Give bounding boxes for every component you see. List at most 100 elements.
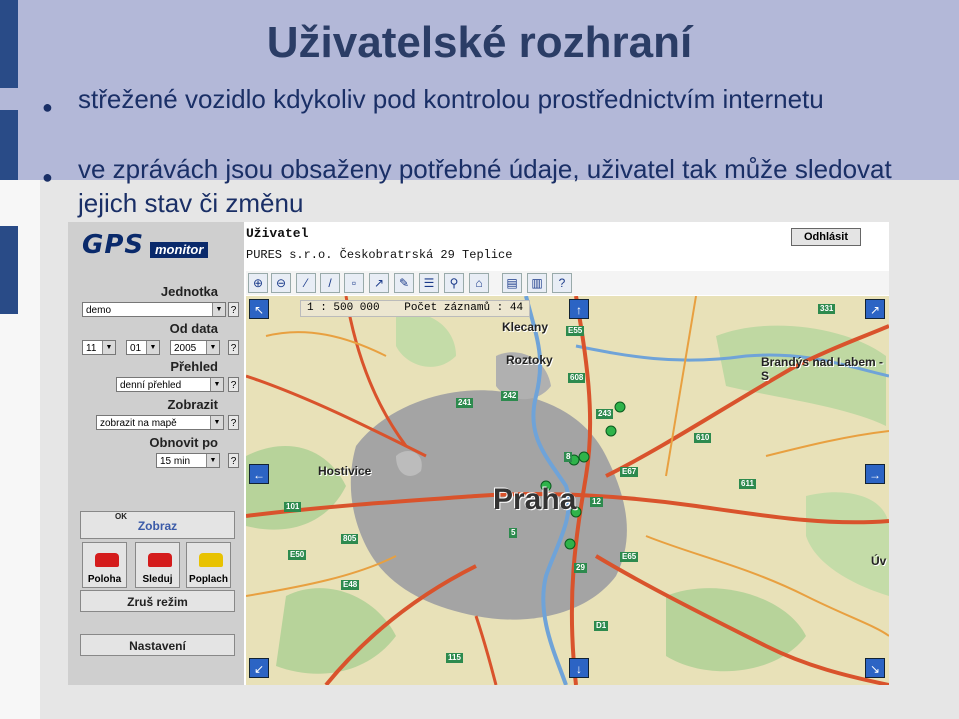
display-select[interactable]: zobrazit na mapě ▼ — [96, 415, 224, 430]
settings-button[interactable]: Nastavení — [80, 634, 235, 656]
bullet-item: ● střežené vozidlo kdykoliv pod kontrolo… — [42, 82, 942, 152]
unit-select[interactable]: demo ▼ — [82, 302, 226, 317]
map-scale: 1 : 500 000 — [307, 302, 380, 314]
logout-button[interactable]: Odhlásit — [791, 228, 861, 246]
map-view[interactable]: 1 : 500 000 Počet záznamů : 44 Klecany R… — [246, 296, 889, 685]
chevron-down-icon: ▼ — [206, 454, 219, 467]
alarm-mode-label: Poplach — [189, 574, 228, 585]
road-number: 805 — [341, 534, 359, 544]
edit-icon[interactable]: ✎ — [394, 273, 414, 293]
alarm-mode-button[interactable]: Poplach — [186, 542, 231, 588]
print-icon[interactable]: ▤ — [502, 273, 522, 293]
help-button[interactable]: ? — [228, 377, 239, 392]
unit-select-value: demo — [86, 305, 112, 316]
track-mode-button[interactable]: Sleduj — [135, 542, 180, 588]
route-icon[interactable]: ↗ — [369, 273, 389, 293]
zoom-out-icon[interactable]: ⊖ — [271, 273, 291, 293]
display-select-value: zobrazit na mapě — [100, 418, 177, 429]
position-mode-button[interactable]: Poloha — [82, 542, 127, 588]
road-number: 242 — [501, 391, 519, 401]
map-scale-info: 1 : 500 000 Počet záznamů : 44 — [300, 300, 531, 317]
help-button[interactable]: ? — [228, 415, 239, 430]
year-select[interactable]: 2005 ▼ — [170, 340, 220, 355]
show-button-label: Zobraz — [137, 519, 178, 533]
overview-label: Přehled — [170, 359, 218, 374]
cancel-mode-button[interactable]: Zruš režim — [80, 590, 235, 612]
road-number: 101 — [284, 502, 302, 512]
display-label: Zobrazit — [167, 397, 218, 412]
chevron-down-icon: ▼ — [102, 341, 115, 354]
month-select-value: 01 — [130, 343, 142, 354]
pan-southwest-button[interactable]: ↙ — [249, 658, 269, 678]
help-button[interactable]: ? — [228, 340, 239, 355]
record-count: Počet záznamů : 44 — [404, 302, 524, 314]
unit-label: Jednotka — [160, 284, 218, 299]
bullet-text: střežené vozidlo kdykoliv pod kontrolou … — [78, 84, 824, 114]
road-number: 610 — [694, 433, 712, 443]
road-number: E55 — [566, 326, 585, 336]
pan-north-button[interactable]: ↑ — [569, 299, 589, 319]
app-header: Uživatel PURES s.r.o. Českobratrská 29 T… — [246, 226, 889, 270]
search-icon[interactable]: ⚲ — [444, 273, 464, 293]
help-icon[interactable]: ? — [552, 273, 572, 293]
measure-icon[interactable]: / — [320, 273, 340, 293]
road-number: 611 — [739, 479, 756, 489]
home-icon[interactable]: ⌂ — [469, 273, 489, 293]
refresh-select[interactable]: 15 min ▼ — [156, 453, 220, 468]
position-mode-label: Poloha — [87, 574, 122, 585]
pan-east-button[interactable]: → — [865, 464, 885, 484]
pan-northeast-button[interactable]: ↗ — [865, 299, 885, 319]
chevron-down-icon: ▼ — [212, 303, 225, 316]
road-number: 5 — [509, 528, 518, 538]
road-number: E50 — [288, 550, 307, 560]
day-select-value: 11 — [86, 343, 97, 354]
road-number: 608 — [568, 373, 586, 383]
year-select-value: 2005 — [174, 343, 197, 354]
help-button[interactable]: ? — [228, 453, 239, 468]
help-button[interactable]: ? — [228, 302, 239, 317]
road-number: 115 — [446, 653, 463, 663]
show-button[interactable]: OK Zobraz — [80, 511, 235, 539]
chevron-down-icon: ▼ — [210, 378, 223, 391]
bullet-dot-icon: ● — [42, 167, 53, 187]
car-icon — [95, 553, 119, 567]
layers-icon[interactable]: ☰ — [419, 273, 439, 293]
user-company: PURES s.r.o. Českobratrská 29 Teplice — [246, 248, 513, 262]
slide-accent-bar — [0, 226, 18, 314]
car-eye-icon — [148, 553, 172, 567]
logo-main-text: GPS — [82, 230, 145, 260]
pan-icon[interactable]: ⁄ — [296, 273, 316, 293]
logo-sub-text: monitor — [150, 242, 209, 258]
road-number: 29 — [574, 563, 587, 573]
zoom-in-icon[interactable]: ⊕ — [248, 273, 268, 293]
pan-southeast-button[interactable]: ↘ — [865, 658, 885, 678]
overview-select[interactable]: denní přehled ▼ — [116, 377, 224, 392]
track-mode-label: Sleduj — [142, 574, 173, 585]
gps-monitor-app: GPS monitor Jednotka demo ▼ ? Od data 11… — [68, 222, 889, 685]
road-number: E65 — [620, 552, 639, 562]
city-label: Praha — [493, 483, 577, 516]
report-icon[interactable]: ▥ — [527, 273, 547, 293]
slide-title: Uživatelské rozhraní — [266, 18, 693, 67]
refresh-label: Obnovit po — [149, 435, 218, 450]
slide-accent-bar — [0, 110, 18, 180]
warning-icon — [199, 553, 223, 567]
day-select[interactable]: 11 ▼ — [82, 340, 116, 355]
bullet-dot-icon: ● — [42, 97, 53, 117]
select-icon[interactable]: ▫ — [344, 273, 364, 293]
from-date-label: Od data — [169, 321, 218, 336]
road-number: E67 — [620, 467, 639, 477]
road-number: 241 — [456, 398, 474, 408]
month-select[interactable]: 01 ▼ — [126, 340, 160, 355]
pan-northwest-button[interactable]: ↖ — [249, 299, 269, 319]
chevron-down-icon: ▼ — [206, 341, 219, 354]
road-number: 243 — [596, 409, 614, 419]
control-panel: GPS monitor Jednotka demo ▼ ? Od data 11… — [68, 222, 244, 685]
overview-select-value: denní přehled — [120, 380, 182, 391]
user-title: Uživatel — [246, 226, 309, 241]
place-label: Hostivice — [318, 464, 372, 478]
pan-west-button[interactable]: ← — [249, 464, 269, 484]
road-number: 331 — [818, 304, 836, 314]
pan-south-button[interactable]: ↓ — [569, 658, 589, 678]
map-toolbar: ⊕ ⊖ ⁄ / ▫ ↗ ✎ ☰ ⚲ ⌂ ▤ ▥ ? — [246, 271, 889, 295]
